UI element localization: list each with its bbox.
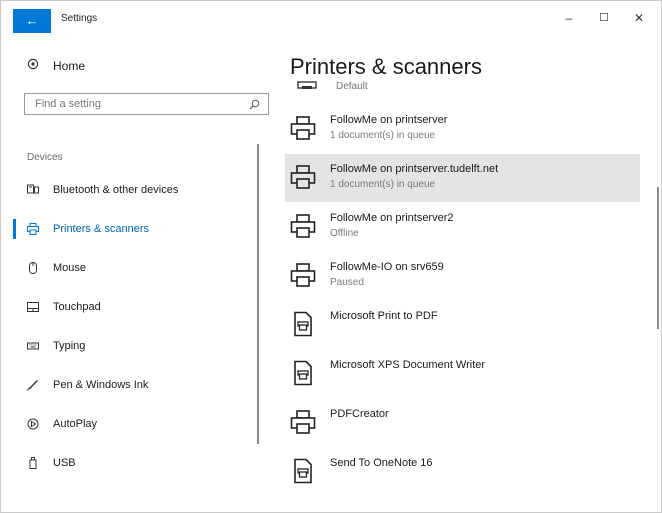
main-scrollbar[interactable] [657, 187, 659, 329]
sidebar-item-label: AutoPlay [53, 418, 98, 430]
document-printer-icon [294, 458, 312, 484]
selection-indicator [13, 219, 16, 239]
printer-name: Microsoft Print to PDF [330, 310, 438, 322]
printer-name: PDFCreator [330, 408, 389, 420]
printer-item-followme-io-srv659[interactable]: FollowMe-IO on srv659 Paused [285, 252, 640, 300]
printer-item-microsoft-print-to-pdf[interactable]: Microsoft Print to PDF [285, 301, 640, 349]
sidebar-item-autoplay[interactable]: AutoPlay [13, 408, 268, 438]
bluetooth-devices-icon [27, 184, 39, 194]
printer-icon [297, 81, 317, 89]
document-printer-icon [294, 360, 312, 386]
sidebar-item-label: Bluetooth & other devices [53, 184, 179, 196]
sidebar-item-label: Pen & Windows Ink [53, 379, 149, 391]
printer-item-send-to-onenote[interactable]: Send To OneNote 16 [285, 448, 640, 496]
printer-name: FollowMe on printserver.tudelft.net [330, 163, 499, 175]
home-gear-icon [27, 58, 39, 70]
sidebar-item-mouse[interactable]: Mouse [13, 252, 268, 282]
minimize-button[interactable]: – [559, 11, 579, 25]
window-title: Settings [61, 13, 98, 24]
maximize-button[interactable]: ☐ [594, 11, 614, 24]
keyboard-icon [27, 342, 39, 350]
sidebar-item-label: Typing [53, 340, 86, 352]
printer-status: Paused [330, 277, 364, 288]
printer-name: FollowMe on printserver [330, 114, 448, 126]
default-printer-caption: Default [290, 81, 650, 95]
printer-item-followme-printserver-tudelft[interactable]: FollowMe on printserver.tudelft.net 1 do… [285, 154, 640, 202]
printer-icon [290, 165, 316, 189]
sidebar-item-label: Touchpad [53, 301, 101, 313]
sidebar-item-bluetooth[interactable]: Bluetooth & other devices [13, 174, 268, 204]
search-icon[interactable] [249, 99, 260, 110]
sidebar-item-typing[interactable]: Typing [13, 330, 268, 360]
search-box[interactable] [24, 93, 269, 115]
touchpad-icon [27, 302, 39, 312]
sidebar-item-label: Printers & scanners [53, 223, 149, 235]
printer-status: Offline [330, 228, 359, 239]
sidebar-item-touchpad[interactable]: Touchpad [13, 291, 268, 321]
autoplay-icon [27, 418, 39, 430]
printer-icon [27, 223, 39, 235]
printer-name: FollowMe-IO on srv659 [330, 261, 444, 273]
sidebar-item-printers-scanners[interactable]: Printers & scanners [13, 213, 268, 243]
sidebar-item-usb[interactable]: USB [13, 447, 268, 477]
close-button[interactable]: ✕ [629, 11, 649, 25]
printer-icon [290, 116, 316, 140]
document-printer-icon [294, 311, 312, 337]
sidebar-scrollbar[interactable] [257, 144, 259, 444]
printer-item-followme-printserver[interactable]: FollowMe on printserver 1 document(s) in… [285, 105, 640, 153]
printer-icon [290, 214, 316, 238]
section-heading-devices: Devices [27, 152, 63, 163]
pen-icon [27, 380, 38, 391]
search-input[interactable] [25, 94, 245, 114]
printer-item-microsoft-xps-writer[interactable]: Microsoft XPS Document Writer [285, 350, 640, 398]
sidebar-item-pen-ink[interactable]: Pen & Windows Ink [13, 369, 268, 399]
sidebar-item-label: USB [53, 457, 76, 469]
usb-icon [29, 457, 37, 469]
back-button[interactable]: ← [13, 9, 51, 33]
settings-window: ← Settings – ☐ ✕ Home Devices [0, 0, 662, 513]
printer-item-pdfcreator[interactable]: PDFCreator [285, 399, 640, 447]
printer-name: FollowMe on printserver2 [330, 212, 454, 224]
printer-name: Microsoft XPS Document Writer [330, 359, 486, 371]
main-content: Printers & scanners Default FollowMe on … [283, 41, 658, 511]
printer-icon [290, 263, 316, 287]
printer-item-followme-printserver2[interactable]: FollowMe on printserver2 Offline [285, 203, 640, 251]
mouse-icon [29, 262, 37, 274]
default-label: Default [336, 81, 368, 92]
page-title: Printers & scanners [290, 54, 482, 79]
printer-name: Send To OneNote 16 [330, 457, 433, 469]
back-arrow-icon: ← [25, 13, 39, 28]
title-bar: ← Settings – ☐ ✕ [1, 1, 661, 33]
sidebar-item-label: Mouse [53, 262, 87, 274]
printer-status: 1 document(s) in queue [330, 179, 436, 190]
printer-icon [290, 410, 316, 434]
home-label: Home [53, 59, 86, 73]
printer-status: 1 document(s) in queue [330, 130, 436, 141]
sidebar: Home Devices Bluetooth & other devices [13, 41, 275, 506]
